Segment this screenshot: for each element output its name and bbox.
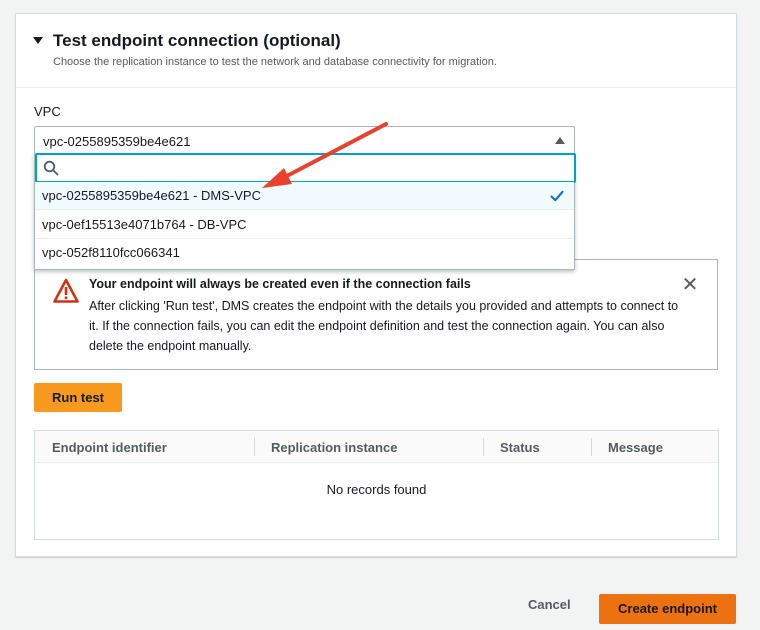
search-icon (43, 160, 59, 176)
vpc-option-label: vpc-0ef15513e4071b764 - DB-VPC (42, 217, 247, 232)
column-divider (483, 438, 484, 456)
panel-title: Test endpoint connection (optional) (53, 31, 341, 50)
check-icon (550, 190, 564, 202)
cancel-button[interactable]: Cancel (528, 597, 571, 612)
create-endpoint-button[interactable]: Create endpoint (599, 594, 736, 624)
column-divider (591, 438, 592, 456)
column-header-replication-instance[interactable]: Replication instance (271, 440, 397, 455)
caret-down-icon[interactable] (33, 37, 43, 44)
close-icon[interactable]: ✕ (681, 275, 699, 295)
table-header: Endpoint identifier Replication instance… (35, 431, 718, 463)
vpc-option[interactable]: vpc-0255895359be4e621 - DMS-VPC (35, 182, 574, 210)
test-results-table: Endpoint identifier Replication instance… (34, 430, 719, 540)
column-header-endpoint-identifier[interactable]: Endpoint identifier (52, 440, 167, 455)
column-header-message[interactable]: Message (608, 440, 663, 455)
caret-up-icon (555, 137, 565, 144)
vpc-option-label: vpc-052f8110fcc066341 (42, 245, 180, 260)
column-header-status[interactable]: Status (500, 440, 540, 455)
vpc-search-input[interactable] (65, 159, 565, 179)
alert-title: Your endpoint will always be created eve… (89, 277, 471, 291)
test-endpoint-panel: Test endpoint connection (optional) Choo… (15, 13, 737, 557)
vpc-option[interactable]: vpc-052f8110fcc066341 (35, 239, 574, 267)
vpc-dropdown: vpc-0255895359be4e621 - DMS-VPC vpc-0ef1… (34, 153, 576, 270)
empty-state: No records found (326, 482, 427, 497)
panel-header[interactable]: Test endpoint connection (optional) Choo… (16, 14, 736, 88)
vpc-option-label: vpc-0255895359be4e621 - DMS-VPC (42, 188, 261, 203)
warning-alert: Your endpoint will always be created eve… (34, 259, 718, 370)
vpc-search-box[interactable] (35, 153, 576, 183)
run-test-button[interactable]: Run test (34, 383, 122, 412)
vpc-option[interactable]: vpc-0ef15513e4071b764 - DB-VPC (35, 211, 574, 239)
column-divider (254, 438, 255, 456)
alert-body: After clicking 'Run test', DMS creates t… (89, 299, 679, 353)
vpc-select[interactable]: vpc-0255895359be4e621 (34, 126, 575, 156)
vpc-select-value: vpc-0255895359be4e621 (43, 134, 191, 149)
warning-icon (53, 278, 79, 303)
panel-description: Choose the replication instance to test … (53, 56, 497, 68)
vpc-label: VPC (34, 104, 61, 119)
